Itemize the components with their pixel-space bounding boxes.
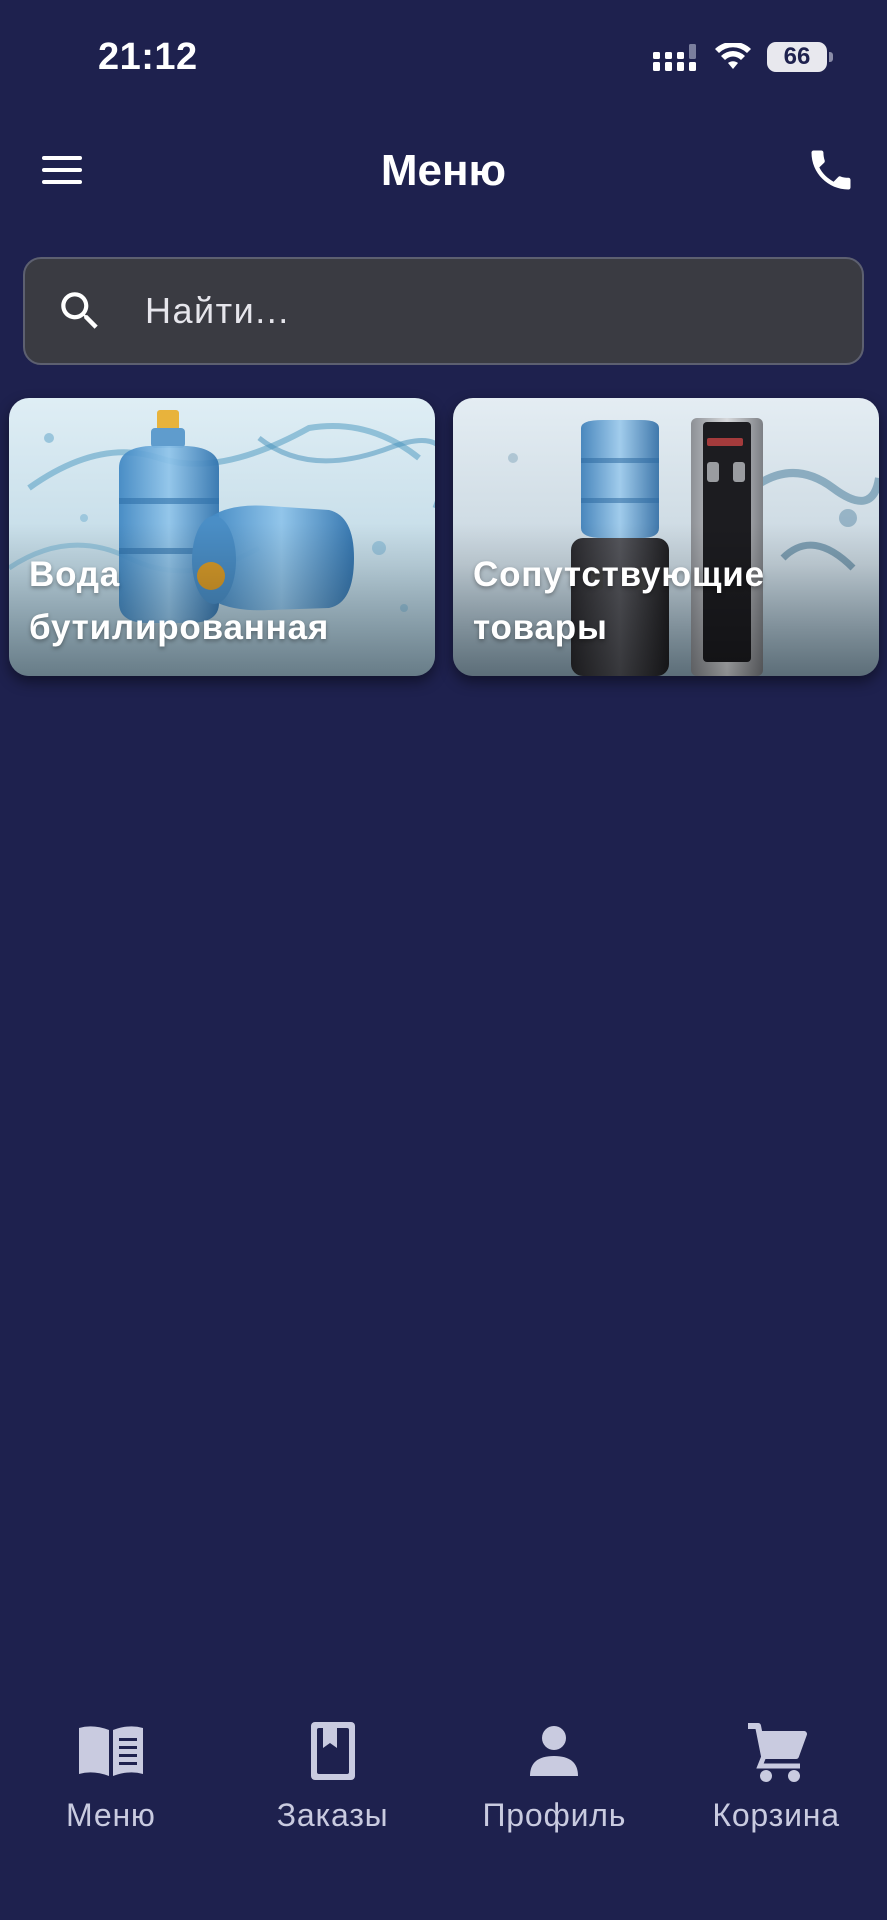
call-button[interactable] (805, 144, 857, 196)
status-icons: 66 (653, 42, 833, 72)
nav-item-menu[interactable]: Меню (0, 1700, 222, 1840)
book-icon (78, 1726, 143, 1776)
battery-icon: 66 (767, 42, 833, 72)
search-bar[interactable] (23, 257, 864, 365)
category-grid: Вода бутилированная Сопутствующие товары (9, 398, 879, 676)
nav-item-cart[interactable]: Корзина (665, 1700, 887, 1840)
cart-icon (748, 1723, 808, 1782)
page-title: Меню (380, 146, 507, 195)
person-icon (530, 1726, 579, 1776)
category-card-bottled-water[interactable]: Вода бутилированная (9, 398, 435, 676)
category-label: Вода бутилированная (29, 555, 330, 647)
category-card-related-goods[interactable]: Сопутствующие товары (453, 398, 879, 676)
search-icon (61, 292, 98, 329)
phone-icon (811, 150, 851, 190)
signal-icon (653, 44, 696, 71)
nav-label: Меню (66, 1797, 156, 1833)
search-input[interactable] (145, 259, 835, 363)
app-header: Меню (0, 130, 887, 210)
category-label: Сопутствующие товары (473, 555, 765, 647)
wifi-icon (715, 43, 751, 69)
nav-label: Профиль (482, 1797, 627, 1833)
bottom-nav: Меню Заказы Профиль Корзина (0, 1700, 887, 1840)
nav-item-profile[interactable]: Профиль (444, 1700, 666, 1840)
status-bar: 21:12 66 (0, 0, 887, 120)
nav-label: Заказы (276, 1797, 389, 1833)
status-time: 21:12 (98, 36, 198, 78)
nav-item-orders[interactable]: Заказы (222, 1700, 444, 1840)
bookmark-book-icon (310, 1722, 355, 1780)
app-screen: 21:12 66 Меню Найти... Вода бутилированн… (0, 0, 887, 1920)
nav-label: Корзина (712, 1797, 840, 1833)
